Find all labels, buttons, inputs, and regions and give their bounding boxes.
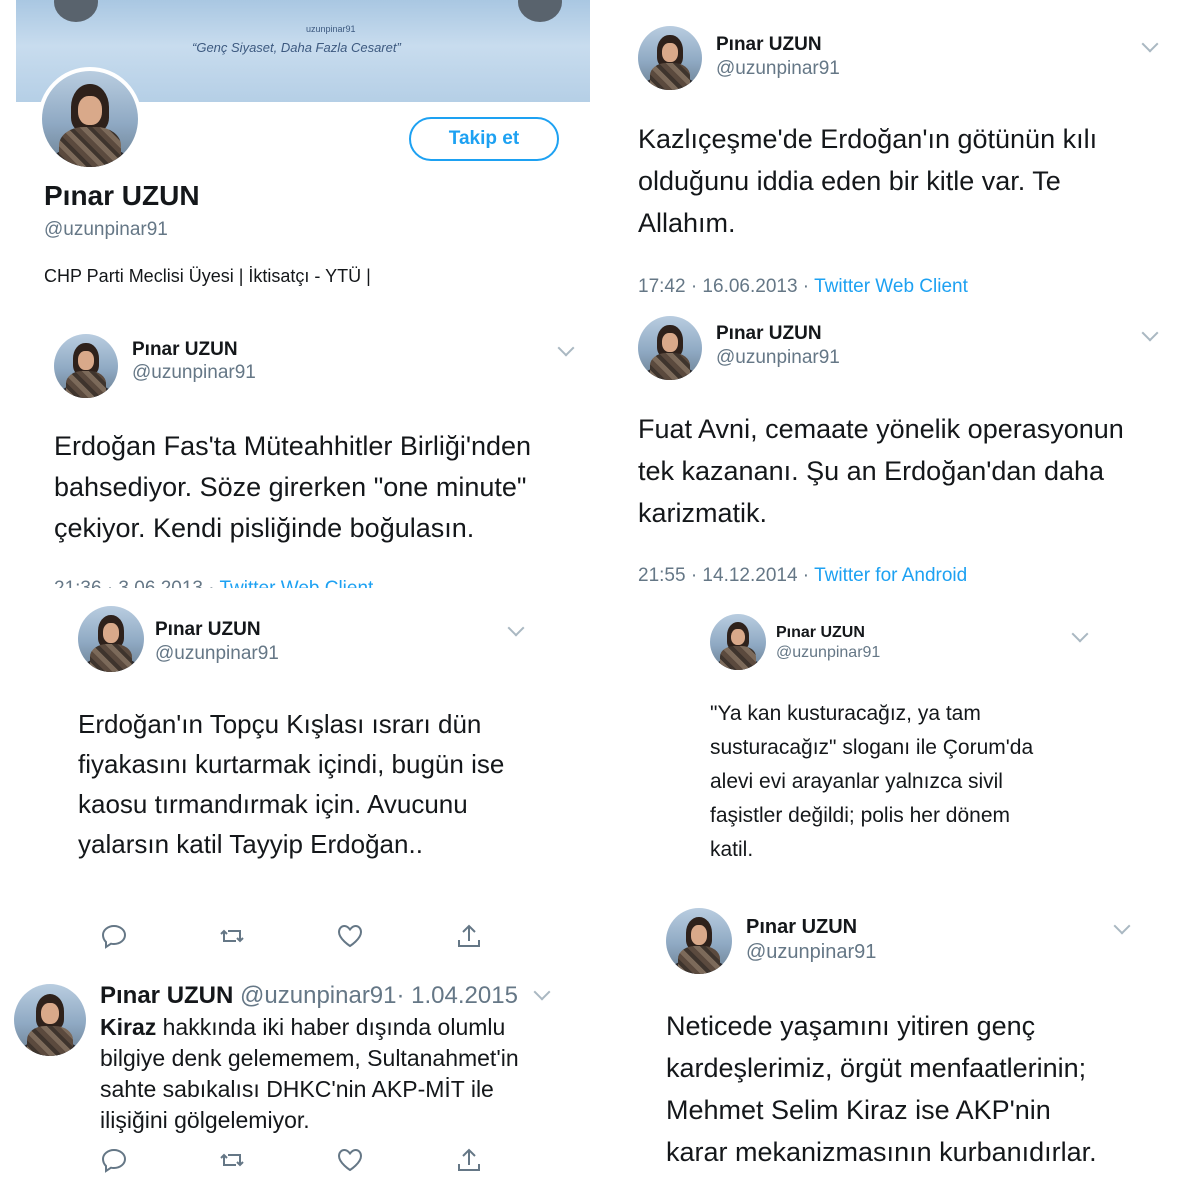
- banner-right-button[interactable]: [518, 0, 562, 22]
- tweet-line: Erdoğan Fas'ta Müteahhitler Birliği'nden: [54, 431, 532, 461]
- avatar[interactable]: [14, 984, 86, 1056]
- tweet-timestamp: 21:36 · 3.06.2013 ·: [54, 578, 220, 588]
- tweet-line: Neticede yaşamını yitiren genç: [666, 1011, 1036, 1041]
- reply-icon[interactable]: [100, 1146, 128, 1174]
- share-icon[interactable]: [455, 1146, 483, 1174]
- tweet-line: alevi evi arayanlar yalnızca sivil: [710, 770, 1003, 793]
- tweet-author-handle[interactable]: @uzunpinar91: [716, 347, 840, 369]
- tweet-source-link[interactable]: Twitter Web Client: [814, 276, 968, 297]
- tweet-line: yalarsın katil Tayyip Erdoğan..: [78, 829, 423, 859]
- tweet-author-name[interactable]: Pınar UZUN: [716, 34, 822, 56]
- tweet-author-handle[interactable]: @uzunpinar91: [776, 644, 880, 662]
- tweet-line: faşistler değildi; polis her dönem: [710, 804, 1010, 827]
- avatar[interactable]: [78, 606, 144, 672]
- follow-button[interactable]: Takip et: [409, 117, 559, 161]
- tweet-line: Mehmet Selim Kiraz ise AKP'nin: [666, 1095, 1051, 1125]
- tweet-line: bahsediyor. Söze girerken "one minute": [54, 472, 527, 502]
- avatar[interactable]: [638, 26, 702, 90]
- banner-social-handle: uzunpinar91: [306, 24, 356, 34]
- tweet-author-handle[interactable]: @uzunpinar91: [155, 643, 279, 665]
- tweet-text: Erdoğan'ın Topçu Kışlası ısrarı dün fiya…: [78, 704, 504, 864]
- chevron-down-icon[interactable]: [1071, 625, 1089, 643]
- profile-name: Pınar UZUN: [44, 180, 200, 211]
- tweet-line: Fuat Avni, cemaate yönelik operasyonun: [638, 414, 1124, 444]
- tweet-mention-bold: Kiraz: [100, 1014, 157, 1040]
- tweet-source-link[interactable]: Twitter for Android: [814, 565, 967, 586]
- banner-slogan: “Genç Siyaset, Daha Fazla Cesaret”: [192, 40, 401, 55]
- tweet-timestamp: 21:55 · 14.12.2014 ·: [638, 565, 815, 586]
- chevron-down-icon[interactable]: [557, 339, 575, 357]
- profile-avatar[interactable]: [38, 67, 142, 171]
- tweet-line: katil.: [710, 838, 754, 861]
- tweet-text: "Ya kan kusturacağız, ya tam susturacağı…: [710, 697, 1033, 867]
- retweet-icon[interactable]: [218, 922, 246, 950]
- tweet-text: Kiraz hakkında iki haber dışında olumlu …: [100, 1012, 519, 1136]
- tweet-author-handle[interactable]: @uzunpinar91: [746, 941, 876, 964]
- tweets-panel-middle-left: Pınar UZUN @uzunpinar91 Erdoğan'ın Topçu…: [0, 600, 590, 960]
- tweet-line: Erdoğan'ın Topçu Kışlası ısrarı dün: [78, 709, 482, 739]
- tweet-line: ilişiğini gölgelemiyor.: [100, 1107, 310, 1133]
- tweet-source-link[interactable]: Twitter Web Client: [220, 578, 374, 588]
- avatar[interactable]: [710, 614, 766, 670]
- tweet-line: çekiyor. Kendi pisliğinde boğulasın.: [54, 513, 475, 543]
- like-icon[interactable]: [336, 1146, 364, 1174]
- chevron-down-icon[interactable]: [1113, 917, 1131, 935]
- tweet-text: Erdoğan Fas'ta Müteahhitler Birliği'nden…: [54, 426, 531, 549]
- tweet-text: Fuat Avni, cemaate yönelik operasyonun t…: [638, 408, 1124, 534]
- tweet-line: bilgiye denk gelememem, Sultanahmet'in: [100, 1045, 519, 1071]
- tweet-line: karizmatik.: [638, 498, 768, 528]
- tweet-meta: 17:42 · 16.06.2013 · Twitter Web Client: [638, 276, 968, 298]
- avatar[interactable]: [638, 316, 702, 380]
- chevron-down-icon[interactable]: [1141, 35, 1159, 53]
- avatar[interactable]: [666, 908, 732, 974]
- tweet-author-handle[interactable]: @uzunpinar91: [132, 362, 256, 384]
- profile-panel: uzunpinar91 “Genç Siyaset, Daha Fazla Ce…: [0, 0, 590, 588]
- chevron-down-icon[interactable]: [507, 619, 525, 637]
- tweet-line: Kazlıçeşme'de Erdoğan'ın götünün kılı: [638, 124, 1098, 154]
- tweet-author-name[interactable]: Pınar UZUN: [100, 982, 233, 1009]
- tweet-author-handle[interactable]: @uzunpinar91: [240, 982, 396, 1009]
- tweet-line: tek kazananı. Şu an Erdoğan'dan daha: [638, 456, 1105, 486]
- reply-icon[interactable]: [100, 922, 128, 950]
- tweet-line: hakkında iki haber dışında olumlu: [156, 1014, 506, 1040]
- tweet-line: Allahım.: [638, 208, 736, 238]
- tweet-text: Neticede yaşamını yitiren genç kardeşler…: [666, 1005, 1097, 1173]
- tweet-text: Kazlıçeşme'de Erdoğan'ın götünün kılı ol…: [638, 118, 1097, 244]
- retweet-icon[interactable]: [218, 1146, 246, 1174]
- tweets-panel-bottom-left: Pınar UZUN @uzunpinar91· 1.04.2015 Kiraz…: [0, 968, 590, 1200]
- tweet-line: fiyakasını kurtarmak içindi, bugün ise: [78, 749, 505, 779]
- banner-left-button[interactable]: [54, 0, 98, 22]
- tweet-author-name[interactable]: Pınar UZUN: [746, 916, 857, 939]
- tweet-line: karar mekanizmasının kurbanıdırlar.: [666, 1137, 1097, 1167]
- profile-handle: @uzunpinar91: [44, 219, 168, 240]
- tweet-author-name[interactable]: Pınar UZUN: [155, 619, 261, 641]
- tweets-panel-middle-right: Pınar UZUN @uzunpinar91 "Ya kan kusturac…: [600, 600, 1200, 885]
- tweet-meta: 21:36 · 3.06.2013 · Twitter Web Client: [54, 578, 373, 588]
- tweet-header: Pınar UZUN @uzunpinar91· 1.04.2015: [100, 982, 518, 1010]
- tweet-timestamp: 17:42 · 16.06.2013 ·: [638, 276, 815, 297]
- tweet-author-handle[interactable]: @uzunpinar91: [716, 58, 840, 80]
- tweet-line: olduğunu iddia eden bir kitle var. Te: [638, 166, 1061, 196]
- tweet-date: · 1.04.2015: [396, 982, 518, 1009]
- tweet-line: susturacağız" sloganı ile Çorum'da: [710, 736, 1034, 759]
- tweet-author-name[interactable]: Pınar UZUN: [132, 339, 238, 361]
- tweet-author-name[interactable]: Pınar UZUN: [716, 323, 822, 345]
- share-icon[interactable]: [455, 922, 483, 950]
- like-icon[interactable]: [336, 922, 364, 950]
- avatar[interactable]: [54, 334, 118, 398]
- tweet-line: "Ya kan kusturacağız, ya tam: [710, 702, 981, 725]
- tweet-meta: 21:55 · 14.12.2014 · Twitter for Android: [638, 565, 967, 587]
- tweet-line: kaosu tırmandırmak için. Avucunu: [78, 789, 468, 819]
- profile-bio: CHP Parti Meclisi Üyesi | İktisatçı - YT…: [44, 266, 371, 286]
- tweet-line: sahte sabıkalısı DHKC'nin AKP-MİT ile: [100, 1076, 494, 1102]
- chevron-down-icon[interactable]: [1141, 324, 1159, 342]
- tweet-author-name[interactable]: Pınar UZUN: [776, 624, 865, 642]
- tweets-panel-top-right: Pınar UZUN @uzunpinar91 Kazlıçeşme'de Er…: [600, 0, 1200, 600]
- tweet-line: kardeşlerimiz, örgüt menfaatlerinin;: [666, 1053, 1087, 1083]
- chevron-down-icon[interactable]: [533, 983, 551, 1001]
- tweets-panel-bottom-right: Pınar UZUN @uzunpinar91 Neticede yaşamın…: [600, 890, 1200, 1200]
